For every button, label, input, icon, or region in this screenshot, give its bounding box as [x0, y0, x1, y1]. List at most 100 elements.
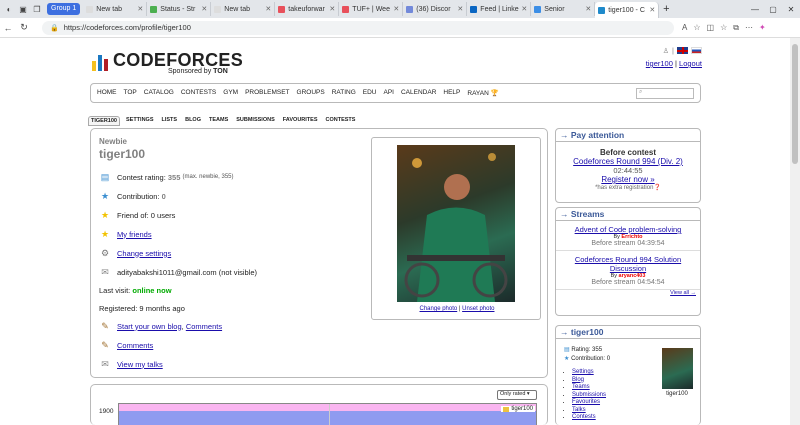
profile-subtab[interactable]: TIGER100: [88, 116, 120, 126]
tab-actions-icon[interactable]: ❐: [30, 2, 44, 16]
user-box-link-item: Settings: [572, 369, 606, 377]
browser-tab[interactable]: takeuforwar ✕: [275, 2, 340, 16]
user-box-link[interactable]: Submissions: [572, 392, 606, 398]
menu-item[interactable]: GYM: [223, 89, 238, 97]
user-box-link[interactable]: Favourites: [572, 399, 600, 405]
user-box-avatar[interactable]: [662, 348, 693, 389]
profile-subtab[interactable]: TEAMS: [207, 116, 230, 126]
user-box-link[interactable]: Settings: [572, 369, 594, 375]
menu-item[interactable]: HOME: [97, 89, 117, 97]
graph-filter-select[interactable]: Only rated ▾: [497, 390, 537, 400]
close-tab-icon[interactable]: ✕: [201, 5, 207, 13]
browser-tab[interactable]: (36) Discor ✕: [403, 2, 468, 16]
menu-item[interactable]: CALENDAR: [401, 89, 436, 97]
notification-icon[interactable]: ♙: [663, 47, 669, 55]
back-icon[interactable]: ←: [0, 23, 16, 33]
user-rank: Newbie: [99, 137, 128, 146]
search-input[interactable]: ⌕: [636, 88, 694, 99]
contribution-row: ★ Contribution: 0: [99, 190, 166, 202]
blog-comments-link[interactable]: Comments: [186, 322, 222, 331]
my-friends-link[interactable]: My friends: [117, 230, 152, 239]
menu-item[interactable]: RAYAN 🏆: [467, 89, 498, 97]
registration-note: *has extra registration❓: [556, 184, 700, 191]
close-window-icon[interactable]: ✕: [782, 5, 800, 14]
english-flag-icon[interactable]: [677, 47, 688, 54]
view-all-link[interactable]: View all →: [670, 290, 696, 296]
register-link[interactable]: Register now »: [601, 175, 654, 184]
russian-flag-icon[interactable]: [691, 47, 702, 54]
browser-tab[interactable]: Feed | Linke ✕: [467, 2, 532, 16]
unset-photo-link[interactable]: Unset photo: [462, 306, 494, 312]
copilot-icon[interactable]: ✦: [759, 23, 766, 33]
profile-subtab[interactable]: BLOG: [183, 116, 203, 126]
view-talks-link[interactable]: View my talks: [117, 360, 163, 369]
browser-tab[interactable]: New tab ✕: [211, 2, 276, 16]
menu-item[interactable]: HELP: [443, 89, 460, 97]
refresh-icon[interactable]: ↻: [16, 22, 32, 33]
page-scrollbar[interactable]: [790, 38, 800, 425]
workspaces-icon[interactable]: ▣: [16, 2, 30, 16]
split-screen-icon[interactable]: ◫: [707, 23, 715, 33]
change-settings-link[interactable]: Change settings: [117, 249, 171, 258]
close-tab-icon[interactable]: ✕: [457, 5, 463, 13]
comma: ,: [181, 321, 184, 331]
profile-subtab[interactable]: LISTS: [160, 116, 180, 126]
tab-list: New tab ✕ Status - Str ✕ New tab ✕ takeuforwar…: [83, 0, 660, 18]
menu-item[interactable]: GROUPS: [297, 89, 325, 97]
start-blog-link[interactable]: Start your own blog: [117, 322, 182, 331]
extensions-icon[interactable]: ⋯: [745, 23, 753, 33]
menu-item[interactable]: CONTESTS: [181, 89, 216, 97]
menu-item[interactable]: RATING: [332, 89, 356, 97]
tab-group-label[interactable]: Group 1: [47, 3, 81, 15]
read-aloud-icon[interactable]: A: [682, 23, 687, 33]
user-box-link[interactable]: Teams: [572, 384, 590, 390]
close-tab-icon[interactable]: ✕: [393, 5, 399, 13]
close-tab-icon[interactable]: ✕: [137, 5, 143, 13]
tab-title: Feed | Linke: [480, 5, 519, 13]
close-tab-icon[interactable]: ✕: [521, 5, 527, 13]
contribution-label: Contribution:: [117, 191, 160, 201]
browser-tab[interactable]: TUF+ | Wee ✕: [339, 2, 404, 16]
scrollbar-thumb[interactable]: [792, 44, 798, 164]
comments-link[interactable]: Comments: [117, 341, 153, 350]
browser-tab[interactable]: New tab ✕: [83, 2, 148, 16]
url-field[interactable]: 🔒 https://codeforces.com/profile/tiger10…: [42, 20, 674, 35]
browser-tab[interactable]: Senior ✕: [531, 2, 596, 16]
menu-item[interactable]: API: [384, 89, 394, 97]
close-tab-icon[interactable]: ✕: [265, 5, 271, 13]
streams-box: → Streams Advent of Code problem-solving…: [555, 207, 701, 316]
stream-title-link[interactable]: Advent of Code problem-solving: [575, 225, 682, 234]
stream-title-link[interactable]: Codeforces Round 994 Solution Discussion: [575, 255, 681, 273]
user-box-link[interactable]: Contests: [572, 414, 596, 420]
favorites-icon[interactable]: ☆: [720, 23, 727, 33]
user-box-link[interactable]: Talks: [572, 407, 586, 413]
logout-link[interactable]: Logout: [679, 59, 702, 68]
maximize-icon[interactable]: ▢: [764, 5, 782, 14]
close-tab-icon[interactable]: ✕: [649, 6, 655, 14]
favorite-star-icon[interactable]: ☆: [693, 23, 700, 33]
profile-subtab[interactable]: CONTESTS: [324, 116, 358, 126]
menu-item[interactable]: CATALOG: [144, 89, 174, 97]
collections-icon[interactable]: ⧉: [733, 23, 739, 33]
browser-tab[interactable]: Status - Str ✕: [147, 2, 212, 16]
profile-subtab[interactable]: SETTINGS: [124, 116, 156, 126]
close-tab-icon[interactable]: ✕: [585, 5, 591, 13]
header-user-link[interactable]: tiger100: [646, 59, 673, 68]
change-photo-link[interactable]: Change photo: [420, 306, 458, 312]
help-icon[interactable]: ❓: [653, 185, 660, 191]
user-handle[interactable]: tiger100: [99, 147, 145, 161]
profile-subtab[interactable]: SUBMISSIONS: [234, 116, 277, 126]
minimize-icon[interactable]: —: [746, 5, 764, 14]
menu-item[interactable]: TOP: [124, 89, 137, 97]
close-tab-icon[interactable]: ✕: [329, 5, 335, 13]
menu-item[interactable]: PROBLEMSET: [245, 89, 289, 97]
contest-link[interactable]: Codeforces Round 994 (Div. 2): [573, 157, 683, 166]
browser-tab[interactable]: tiger100 - C ✕: [595, 2, 660, 18]
menu-item[interactable]: EDU: [363, 89, 377, 97]
profile-subtab[interactable]: FAVOURITES: [281, 116, 320, 126]
profile-icon[interactable]: ◐: [2, 2, 16, 16]
rating-graph[interactable]: [118, 403, 537, 425]
new-tab-icon[interactable]: +: [659, 3, 673, 15]
user-box-link[interactable]: Blog: [572, 377, 584, 383]
user-box-link-item: Blog: [572, 377, 606, 385]
